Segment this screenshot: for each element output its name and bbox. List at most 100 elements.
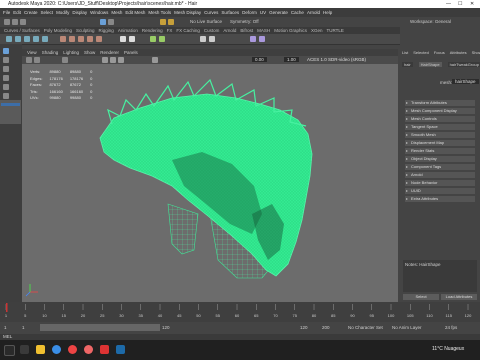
bevel-icon[interactable]	[96, 36, 102, 42]
shelf-tab[interactable]: Bifrost	[240, 27, 253, 34]
snap-curve-icon[interactable]	[168, 19, 174, 25]
lasso-icon[interactable]	[3, 57, 9, 63]
uv-editor-icon[interactable]	[150, 36, 156, 42]
file-explorer-icon[interactable]	[36, 345, 45, 354]
wireframe-icon[interactable]	[102, 57, 108, 63]
shelf-tab[interactable]: Arnold	[223, 27, 236, 34]
range-start-field[interactable]: 1	[22, 325, 25, 330]
weather-widget[interactable]: 11°C Nuageux	[432, 346, 464, 352]
menu-item[interactable]: Modify	[56, 8, 69, 17]
outliner-selected-row[interactable]	[1, 103, 20, 106]
grid-icon[interactable]	[62, 57, 68, 63]
viewport-menu-item[interactable]: Shading	[42, 49, 59, 56]
menu-item[interactable]: Edit	[13, 8, 21, 17]
exposure-field[interactable]: 0.00	[252, 57, 267, 62]
poly-sphere-icon[interactable]	[6, 36, 12, 42]
shelf-tab[interactable]: Sculpting	[76, 27, 95, 34]
target-weld-icon[interactable]	[259, 36, 265, 42]
paint-select-icon[interactable]	[3, 66, 9, 72]
menu-item[interactable]: Create	[24, 8, 38, 17]
menu-item[interactable]: Generate	[269, 8, 288, 17]
select-button[interactable]: Select	[403, 294, 439, 300]
load-attributes-button[interactable]: Load Attributes	[441, 294, 477, 300]
menu-item[interactable]: Mesh	[111, 8, 122, 17]
shelf-tab[interactable]: Rendering	[142, 27, 163, 34]
new-scene-icon[interactable]	[4, 19, 10, 25]
menu-item[interactable]: Curves	[204, 8, 218, 17]
quad-draw-icon[interactable]	[250, 36, 256, 42]
viewport-menu-item[interactable]: Renderer	[100, 49, 119, 56]
rotate-tool-icon[interactable]	[3, 84, 9, 90]
media-player-icon[interactable]	[100, 345, 109, 354]
node-name-field[interactable]: hairShape	[452, 79, 479, 84]
attribute-editor-tab[interactable]: Attributes	[450, 50, 467, 55]
workspace-dropdown[interactable]: Workspace: General	[410, 19, 451, 24]
hair-mesh-wireframe[interactable]	[22, 64, 398, 302]
maximize-button[interactable]: ☐	[458, 0, 462, 8]
outliner-panel[interactable]	[0, 100, 21, 124]
attribute-section[interactable]: Extra Attributes	[405, 196, 475, 202]
attribute-editor-tab[interactable]: Selected	[413, 50, 429, 55]
poly-plane-icon[interactable]	[42, 36, 48, 42]
attribute-section[interactable]: Mesh Controls	[405, 116, 475, 122]
menu-item[interactable]: Mesh Tools	[148, 8, 171, 17]
edge-browser-icon[interactable]	[52, 345, 61, 354]
close-button[interactable]: ✕	[470, 0, 474, 8]
attribute-editor-tab[interactable]: Focus	[434, 50, 445, 55]
camera-icon[interactable]	[26, 57, 32, 63]
start-frame-field[interactable]: 1	[4, 325, 7, 330]
shelf-tab[interactable]: Custom	[204, 27, 220, 34]
node-tab[interactable]: HairShape	[418, 62, 442, 67]
shelf-tab[interactable]: FX	[167, 27, 173, 34]
attribute-section[interactable]: UUID	[405, 188, 475, 194]
anim-layer-dropdown[interactable]: No Anim Layer	[392, 325, 422, 330]
live-surface-label[interactable]: No Live Surface	[190, 19, 222, 24]
attribute-section[interactable]: Displacement Map	[405, 140, 475, 146]
poly-cone-icon[interactable]	[33, 36, 39, 42]
camera-attributes-icon[interactable]	[34, 57, 40, 63]
scale-tool-icon[interactable]	[3, 93, 9, 99]
open-scene-icon[interactable]	[12, 19, 18, 25]
chrome-browser-icon[interactable]	[68, 345, 77, 354]
attribute-section[interactable]: Arnold	[405, 172, 475, 178]
menu-item[interactable]: UV	[260, 8, 266, 17]
node-tab[interactable]: hair	[402, 62, 413, 67]
select-tool-icon[interactable]	[100, 19, 106, 25]
shelf-tab[interactable]: MASH	[257, 27, 270, 34]
shelf-tab[interactable]: TURTLE	[326, 27, 343, 34]
attribute-section[interactable]: Object Display	[405, 156, 475, 162]
attribute-section[interactable]: Mesh Component Display	[405, 108, 475, 114]
menu-item[interactable]: Windows	[90, 8, 108, 17]
attribute-section[interactable]: Node Behavior	[405, 180, 475, 186]
smooth-icon[interactable]	[129, 36, 135, 42]
attribute-section[interactable]: Component Tags	[405, 164, 475, 170]
viewport-menu-item[interactable]: View	[27, 49, 37, 56]
menu-item[interactable]: Help	[323, 8, 332, 17]
end-frame-field[interactable]: 120	[300, 325, 308, 330]
viewport-menu-item[interactable]: Show	[84, 49, 95, 56]
shelf-tab[interactable]: Rigging	[99, 27, 114, 34]
attribute-section[interactable]: Transform Attributes	[405, 100, 475, 106]
xray-icon[interactable]	[152, 57, 158, 63]
maya-app-icon[interactable]	[116, 345, 125, 354]
node-tab[interactable]: hairTweakGroup	[447, 62, 480, 67]
shelf-tab[interactable]: Animation	[118, 27, 138, 34]
range-bar[interactable]	[40, 324, 160, 331]
smooth-shade-icon[interactable]	[110, 57, 116, 63]
attribute-section[interactable]: Smooth Mesh	[405, 132, 475, 138]
poly-cylinder-icon[interactable]	[24, 36, 30, 42]
unfold-icon[interactable]	[159, 36, 165, 42]
viewport-3d[interactable]: Verts: 89880 89880 0 Edges: 178176 178176 0 Face…	[22, 64, 398, 302]
attribute-editor-tab[interactable]: List	[402, 50, 408, 55]
bridge-icon[interactable]	[87, 36, 93, 42]
minimize-button[interactable]: —	[446, 0, 451, 8]
shelf-tab[interactable]: XGen	[311, 27, 323, 34]
notes-area[interactable]: Notes: HairShape	[403, 260, 477, 292]
menu-item[interactable]: Select	[41, 8, 54, 17]
multi-cut-icon[interactable]	[209, 36, 215, 42]
shelf-tab[interactable]: Curves / Surfaces	[4, 27, 40, 34]
attribute-section[interactable]: Render Stats	[405, 148, 475, 154]
symmetry-dropdown[interactable]: Symmetry: Off	[230, 19, 259, 24]
opera-browser-icon[interactable]	[84, 345, 93, 354]
fps-dropdown[interactable]: 24 fps	[445, 325, 457, 330]
